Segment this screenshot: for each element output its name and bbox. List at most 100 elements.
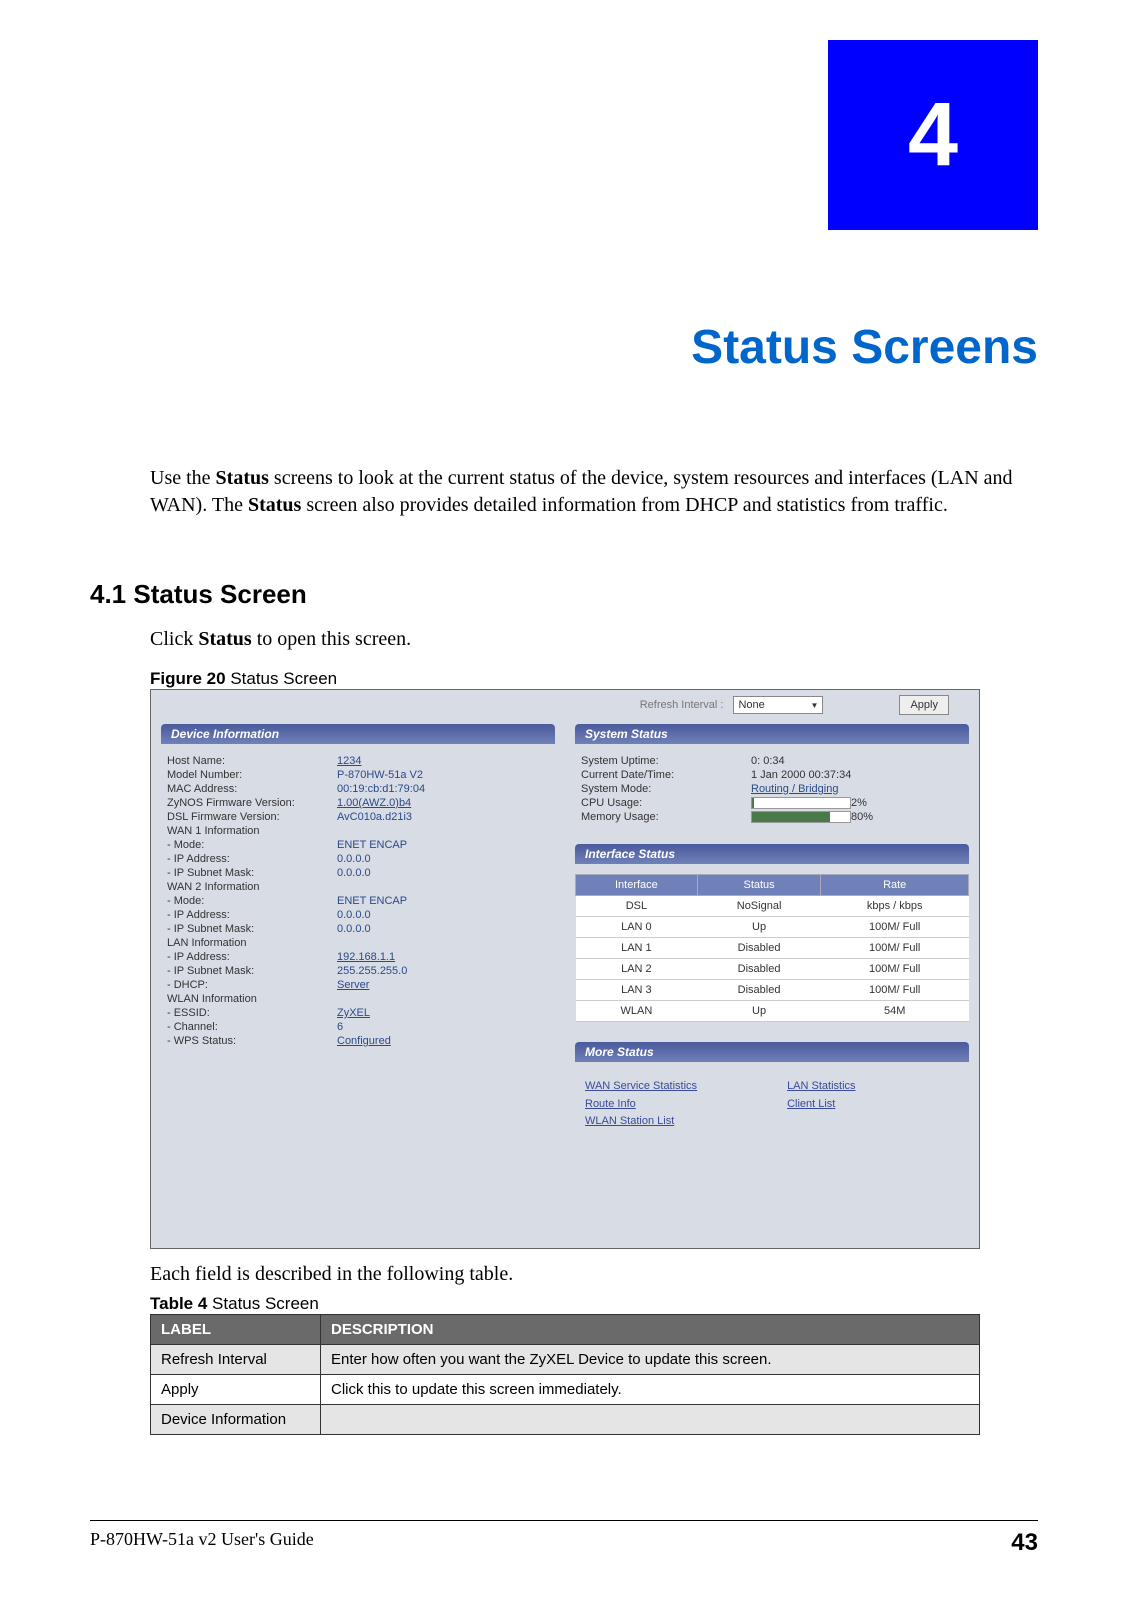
kv-key: - IP Subnet Mask: [167, 965, 337, 977]
kv-value: ENET ENCAP [337, 895, 407, 907]
section-text: Click [150, 628, 198, 650]
desc-col-label: LABEL [151, 1315, 321, 1345]
refresh-interval-select[interactable]: None ▼ [733, 696, 823, 714]
kv-key: - Mode: [167, 895, 337, 907]
kv-key: - IP Address: [167, 951, 337, 963]
table-text: Status Screen [207, 1294, 319, 1313]
cpu-usage-bar [751, 797, 851, 809]
iface-row: LAN 1Disabled100M/ Full [576, 938, 969, 959]
refresh-select-value: None [738, 699, 764, 711]
iface-cell: LAN 1 [576, 938, 698, 959]
intro-text: screen also provides detailed informatio… [301, 494, 948, 516]
more-status-links: WAN Service Statistics Route Info WLAN S… [575, 1072, 969, 1137]
desc-cell-desc: Click this to update this screen immedia… [321, 1375, 980, 1405]
iface-col-rate: Rate [821, 875, 969, 896]
iface-cell: 100M/ Full [821, 938, 969, 959]
desc-cell-label: Refresh Interval [151, 1345, 321, 1375]
iface-row: WLANUp54M [576, 1001, 969, 1022]
status-screenshot: Refresh Interval : None ▼ Apply Device I… [150, 689, 980, 1249]
kv-value: 6 [337, 1021, 343, 1033]
kv-value: 00:19:cb:d1:79:04 [337, 783, 425, 795]
iface-cell: LAN 3 [576, 980, 698, 1001]
apply-button[interactable]: Apply [899, 695, 949, 715]
iface-col-status: Status [697, 875, 821, 896]
interface-status-header: Interface Status [575, 844, 969, 864]
page-footer: P-870HW-51a v2 User's Guide 43 [90, 1520, 1038, 1557]
kv-value: 1 Jan 2000 00:37:34 [751, 769, 851, 781]
kv-key: - Channel: [167, 1021, 337, 1033]
iface-row: LAN 3Disabled100M/ Full [576, 980, 969, 1001]
wps-link[interactable]: Configured [337, 1035, 391, 1047]
iface-row: LAN 2Disabled100M/ Full [576, 959, 969, 980]
intro-text: Use the [150, 467, 216, 489]
kv-key: - Mode: [167, 839, 337, 851]
kv-value: 0.0.0.0 [337, 867, 371, 879]
interface-table: Interface Status Rate DSLNoSignalkbps / … [575, 874, 969, 1022]
desc-cell-desc: Enter how often you want the ZyXEL Devic… [321, 1345, 980, 1375]
kv-key: ZyNOS Firmware Version: [167, 797, 337, 809]
iface-cell: NoSignal [697, 896, 821, 917]
desc-cell-label: Device Information [151, 1405, 321, 1435]
iface-cell: 100M/ Full [821, 917, 969, 938]
group-header: WAN 1 Information [167, 825, 337, 837]
iface-row: LAN 0Up100M/ Full [576, 917, 969, 938]
figure-text: Status Screen [226, 669, 338, 688]
section-text: to open this screen. [252, 628, 411, 650]
iface-cell: 54M [821, 1001, 969, 1022]
chapter-number-banner: 4 [828, 40, 1038, 230]
desc-col-description: DESCRIPTION [321, 1315, 980, 1345]
firmware-link[interactable]: 1.00(AWZ.0)b4 [337, 797, 411, 809]
kv-key: Host Name: [167, 755, 337, 767]
kv-value: P-870HW-51a V2 [337, 769, 423, 781]
essid-link[interactable]: ZyXEL [337, 1007, 370, 1019]
figure-caption: Figure 20 Status Screen [150, 669, 1038, 689]
client-list-link[interactable]: Client List [787, 1096, 855, 1114]
lan-ip-link[interactable]: 192.168.1.1 [337, 951, 395, 963]
section-body: Click Status to open this screen. [150, 628, 1038, 651]
desc-row: Apply Click this to update this screen i… [151, 1375, 980, 1405]
kv-value: 0: 0:34 [751, 755, 785, 767]
kv-key: - IP Subnet Mask: [167, 923, 337, 935]
kv-key: Current Date/Time: [581, 769, 751, 781]
kv-key: - IP Address: [167, 909, 337, 921]
iface-cell: 100M/ Full [821, 959, 969, 980]
iface-cell: DSL [576, 896, 698, 917]
kv-key: - IP Subnet Mask: [167, 867, 337, 879]
iface-cell: LAN 2 [576, 959, 698, 980]
status-description-table: LABEL DESCRIPTION Refresh Interval Enter… [150, 1314, 980, 1435]
kv-key: MAC Address: [167, 783, 337, 795]
kv-value: 255.255.255.0 [337, 965, 407, 977]
refresh-bar: Refresh Interval : None ▼ Apply [151, 690, 979, 720]
figure-label: Figure 20 [150, 669, 226, 688]
desc-row: Device Information [151, 1405, 980, 1435]
kv-key: System Mode: [581, 783, 751, 795]
dhcp-link[interactable]: Server [337, 979, 369, 991]
device-info-header: Device Information [161, 724, 555, 744]
wlan-station-link[interactable]: WLAN Station List [585, 1113, 697, 1131]
more-status-header: More Status [575, 1042, 969, 1062]
memory-usage-pct: 80% [851, 811, 873, 823]
host-name-link[interactable]: 1234 [337, 755, 361, 767]
wan-stats-link[interactable]: WAN Service Statistics [585, 1078, 697, 1096]
kv-key: System Uptime: [581, 755, 751, 767]
table-label: Table 4 [150, 1294, 207, 1313]
intro-bold-1: Status [216, 467, 269, 489]
iface-cell: Up [697, 1001, 821, 1022]
chapter-intro: Use the Status screens to look at the cu… [150, 465, 1038, 519]
iface-col-interface: Interface [576, 875, 698, 896]
lan-stats-link[interactable]: LAN Statistics [787, 1078, 855, 1096]
iface-cell: Disabled [697, 980, 821, 1001]
route-info-link[interactable]: Route Info [585, 1096, 697, 1114]
iface-cell: kbps / kbps [821, 896, 969, 917]
group-header: LAN Information [167, 937, 337, 949]
group-header: WLAN Information [167, 993, 337, 1005]
intro-bold-2: Status [248, 494, 301, 516]
kv-value: AvC010a.d21i3 [337, 811, 412, 823]
iface-cell: Up [697, 917, 821, 938]
section-heading: 4.1 Status Screen [90, 579, 1038, 610]
footer-page-number: 43 [1011, 1529, 1038, 1557]
iface-cell: LAN 0 [576, 917, 698, 938]
iface-cell: Disabled [697, 959, 821, 980]
table-caption: Table 4 Status Screen [150, 1294, 1038, 1314]
system-mode-link[interactable]: Routing / Bridging [751, 783, 838, 795]
